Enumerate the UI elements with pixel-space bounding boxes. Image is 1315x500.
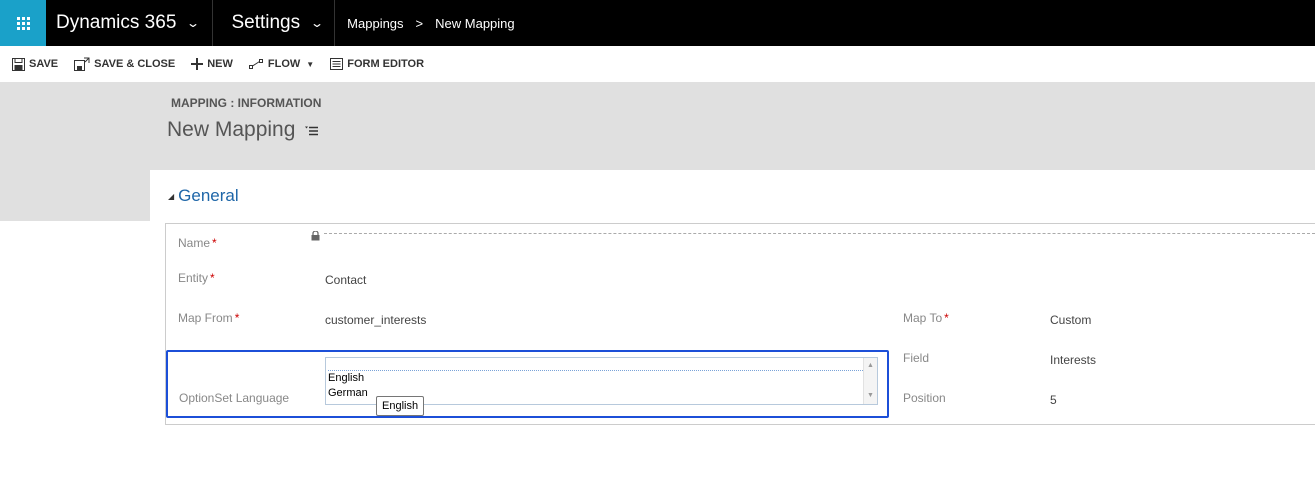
area-name: Settings: [231, 12, 301, 33]
name-label: Name *: [178, 236, 217, 250]
form-type-label: MAPPING : INFORMATION: [171, 96, 322, 110]
tooltip: English: [376, 396, 425, 416]
page-title-text: New Mapping: [167, 118, 296, 141]
flow-icon: [248, 58, 264, 70]
name-input[interactable]: [324, 233, 1315, 234]
map-to-label: Map To *: [903, 311, 949, 325]
required-asterisk: *: [212, 236, 217, 250]
listbox-scrollbar[interactable]: ▲ ▼: [863, 358, 877, 404]
new-label: NEW: [207, 58, 233, 70]
scroll-up-icon[interactable]: ▲: [867, 362, 874, 369]
required-asterisk: *: [234, 311, 240, 325]
save-close-icon: [74, 57, 90, 71]
section-general-header[interactable]: ◢ General: [168, 186, 239, 206]
entity-label-text: Entity: [178, 271, 209, 285]
field-value[interactable]: Interests: [1050, 353, 1096, 367]
caret-down-icon: ▼: [306, 59, 315, 69]
left-gutter: [0, 170, 150, 221]
focus-indicator: [328, 370, 863, 371]
flow-label: FLOW: [267, 58, 301, 70]
breadcrumb-mappings[interactable]: Mappings: [347, 16, 403, 31]
chevron-down-icon: ⌄: [186, 16, 201, 30]
section-title: General: [178, 186, 239, 205]
save-label: SAVE: [29, 58, 59, 70]
form-editor-label: FORM EDITOR: [347, 58, 425, 70]
position-value[interactable]: 5: [1050, 393, 1057, 407]
entity-label: Entity *: [178, 271, 215, 285]
scroll-down-icon[interactable]: ▼: [867, 392, 874, 399]
app-launcher-button[interactable]: [0, 0, 46, 46]
optionset-language-label: OptionSet Language: [179, 391, 290, 405]
breadcrumb: Mappings > New Mapping: [347, 16, 514, 31]
name-label-text: Name: [178, 236, 211, 250]
form-editor-icon: [330, 58, 344, 70]
new-button[interactable]: NEW: [191, 58, 233, 70]
command-bar: SAVE SAVE & CLOSE NEW FLOW ▼ FORM EDITOR: [0, 46, 1315, 82]
required-asterisk: *: [944, 311, 949, 325]
app-name: Dynamics 365: [56, 12, 177, 33]
save-icon: [12, 57, 25, 71]
collapse-triangle-icon: ◢: [168, 191, 175, 201]
save-and-close-button[interactable]: SAVE & CLOSE: [74, 57, 175, 71]
form-editor-button[interactable]: FORM EDITOR: [330, 58, 424, 70]
map-from-label-text: Map From: [178, 311, 233, 325]
required-asterisk: *: [210, 271, 215, 285]
lock-icon: [311, 228, 320, 246]
option-english[interactable]: English: [328, 372, 364, 384]
form-selector-icon[interactable]: [305, 118, 319, 142]
map-to-label-text: Map To: [903, 311, 943, 325]
save-button[interactable]: SAVE: [12, 57, 59, 71]
map-to-value[interactable]: Custom: [1050, 313, 1091, 327]
page-title: New Mapping: [167, 118, 319, 142]
map-from-label: Map From *: [178, 311, 239, 325]
save-and-close-label: SAVE & CLOSE: [94, 58, 176, 70]
top-navigation-bar: Dynamics 365 ⌄ Settings ⌄ Mappings > New…: [0, 0, 1315, 46]
chevron-right-icon: >: [415, 15, 424, 31]
flow-button[interactable]: FLOW ▼: [248, 58, 315, 70]
option-german[interactable]: German: [328, 387, 368, 399]
entity-value[interactable]: Contact: [325, 273, 366, 287]
position-label: Position: [903, 391, 946, 405]
area-menu[interactable]: Settings ⌄: [213, 0, 336, 46]
waffle-icon: [16, 16, 30, 30]
map-from-value[interactable]: customer_interests: [325, 313, 426, 327]
plus-icon: [191, 58, 204, 70]
field-label: Field: [903, 351, 930, 365]
app-name-menu[interactable]: Dynamics 365 ⌄: [56, 0, 214, 46]
breadcrumb-new-mapping[interactable]: New Mapping: [435, 16, 515, 31]
chevron-down-icon: ⌄: [310, 16, 325, 30]
